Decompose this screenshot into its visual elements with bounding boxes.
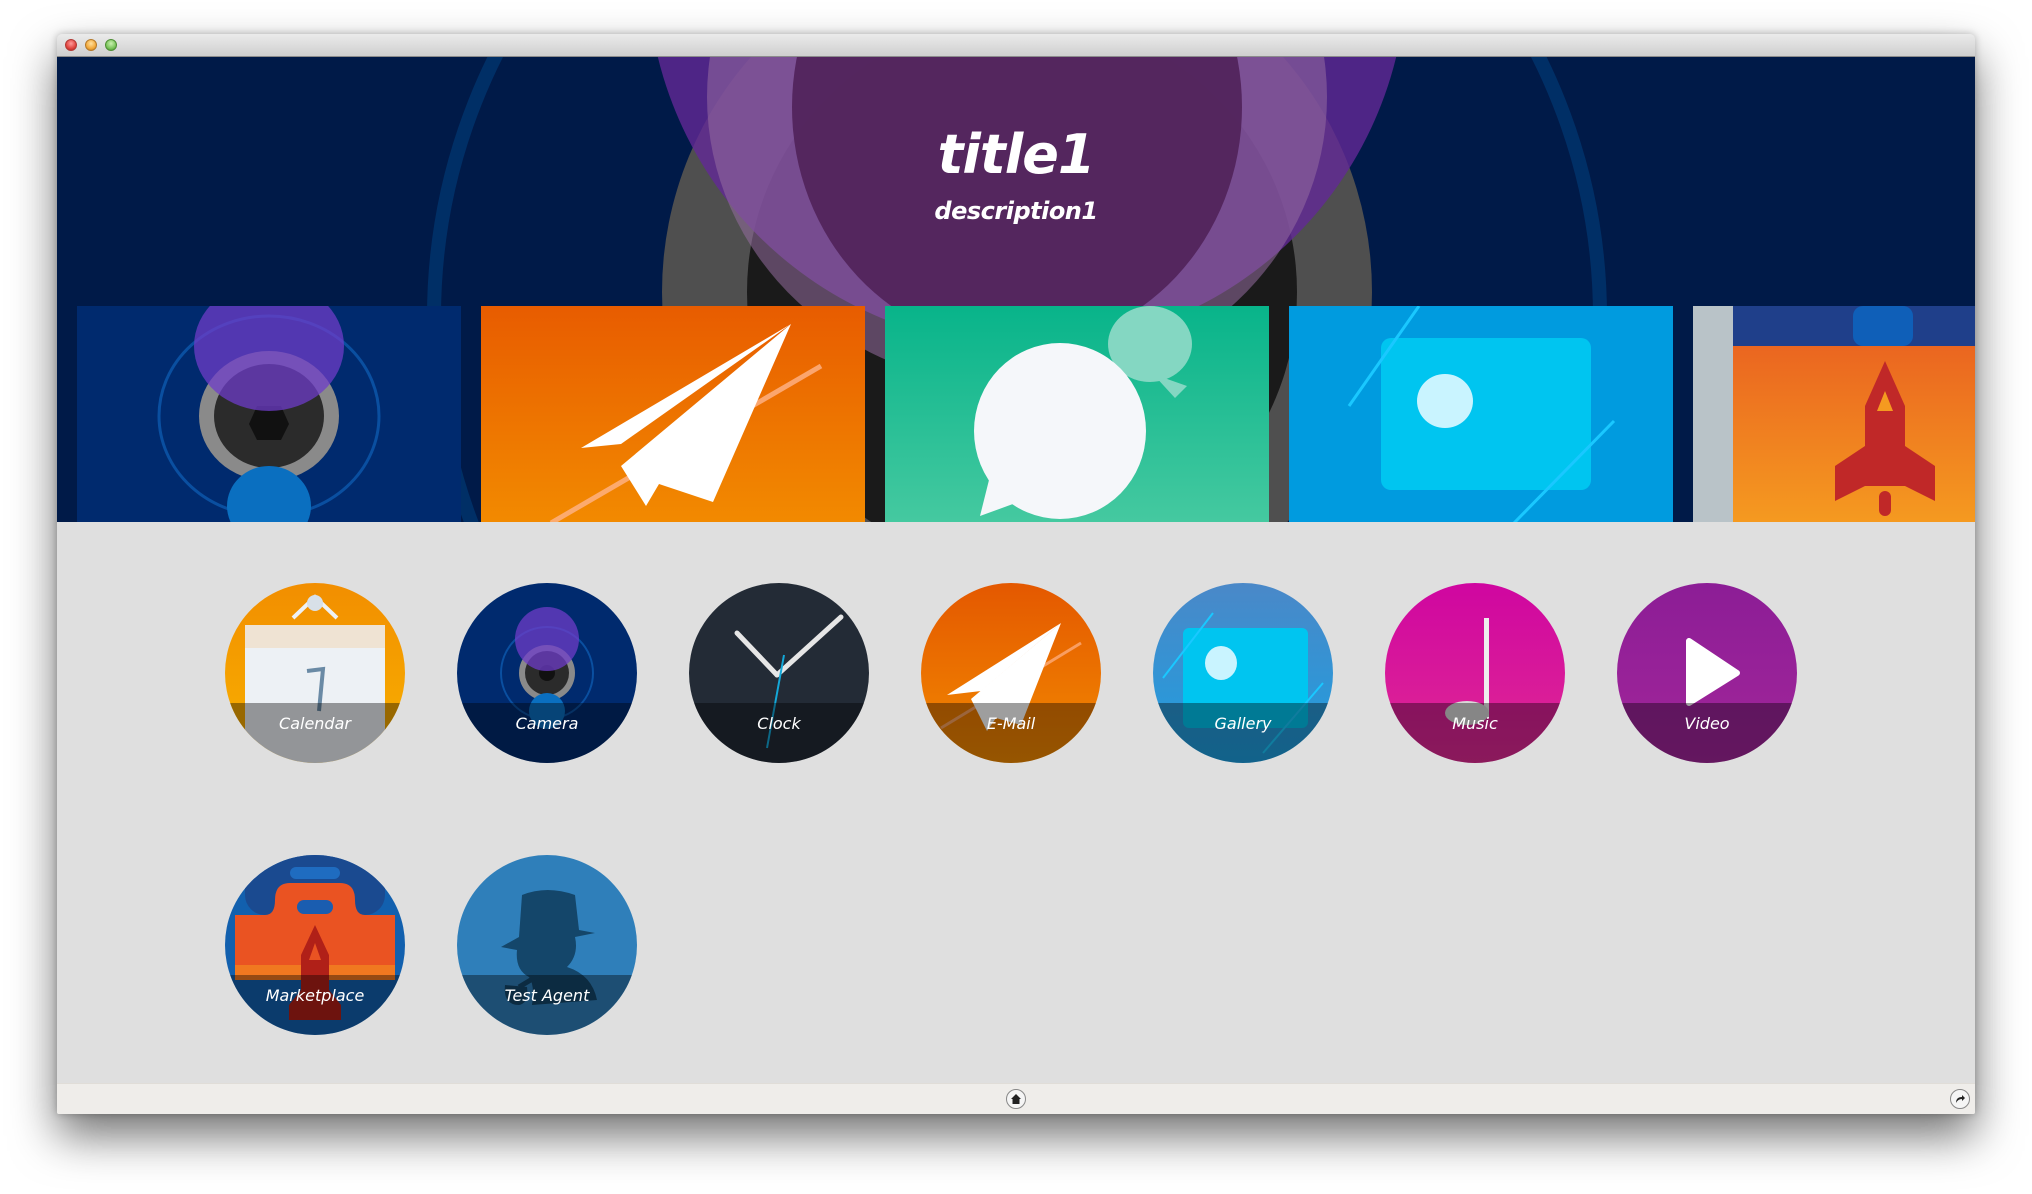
app-label: Camera xyxy=(515,714,579,733)
app-label: Marketplace xyxy=(265,986,365,1005)
app-clock[interactable]: Clock xyxy=(689,583,869,763)
app-label-band xyxy=(1617,703,1797,763)
window-minimize-button[interactable] xyxy=(85,39,97,51)
camera-icon xyxy=(77,306,461,522)
carousel-tile-messages[interactable] xyxy=(885,306,1269,522)
app-label-band xyxy=(689,703,869,763)
app-camera[interactable]: Camera xyxy=(457,583,637,763)
app-label: Test Agent xyxy=(504,986,590,1005)
app-label-band xyxy=(1385,703,1565,763)
app-marketplace[interactable]: Marketplace xyxy=(225,855,405,1035)
paper-plane-icon xyxy=(481,306,865,522)
home-icon xyxy=(1011,1094,1021,1104)
carousel-tile-gallery[interactable] xyxy=(1289,306,1673,522)
app-label-band xyxy=(225,975,405,1035)
app-label: Calendar xyxy=(279,714,351,733)
gallery-icon xyxy=(1289,306,1673,522)
app-calendar[interactable]: Calendar xyxy=(225,583,405,763)
app-gallery[interactable]: Gallery xyxy=(1153,583,1333,763)
hero-banner: title1 description1 xyxy=(57,57,1975,522)
window-close-button[interactable] xyxy=(65,39,77,51)
app-label-band xyxy=(457,703,637,763)
app-label: Clock xyxy=(757,714,801,733)
hero-title: title1 xyxy=(937,123,1096,186)
rotate-icon xyxy=(1956,1095,1965,1103)
app-test-agent[interactable]: Test Agent xyxy=(457,855,637,1035)
bottom-navigation-bar xyxy=(57,1083,1975,1114)
app-label-band xyxy=(921,703,1101,763)
app-label: E-Mail xyxy=(986,714,1036,733)
app-label-band xyxy=(457,975,637,1035)
app-label-band xyxy=(225,703,405,763)
back-button[interactable] xyxy=(1950,1089,1970,1109)
carousel-tile-marketplace[interactable] xyxy=(1693,306,1975,522)
home-button[interactable] xyxy=(1006,1089,1026,1109)
carousel-tile-email[interactable] xyxy=(481,306,865,522)
app-label-band xyxy=(1153,703,1333,763)
carousel-tile-camera[interactable] xyxy=(77,306,461,522)
app-window: title1 description1 Calendar Camera Cloc… xyxy=(57,34,1975,1114)
hero-description: description1 xyxy=(934,197,1098,225)
rocket-bag-icon xyxy=(1693,306,1975,522)
window-titlebar[interactable] xyxy=(57,34,1975,57)
app-video[interactable]: Video xyxy=(1617,583,1797,763)
window-maximize-button[interactable] xyxy=(105,39,117,51)
app-email[interactable]: E-Mail xyxy=(921,583,1101,763)
app-label: Music xyxy=(1452,714,1498,733)
app-label: Gallery xyxy=(1214,714,1272,733)
app-label: Video xyxy=(1684,714,1730,733)
chat-bubble-icon xyxy=(885,306,1269,522)
app-music[interactable]: Music xyxy=(1385,583,1565,763)
